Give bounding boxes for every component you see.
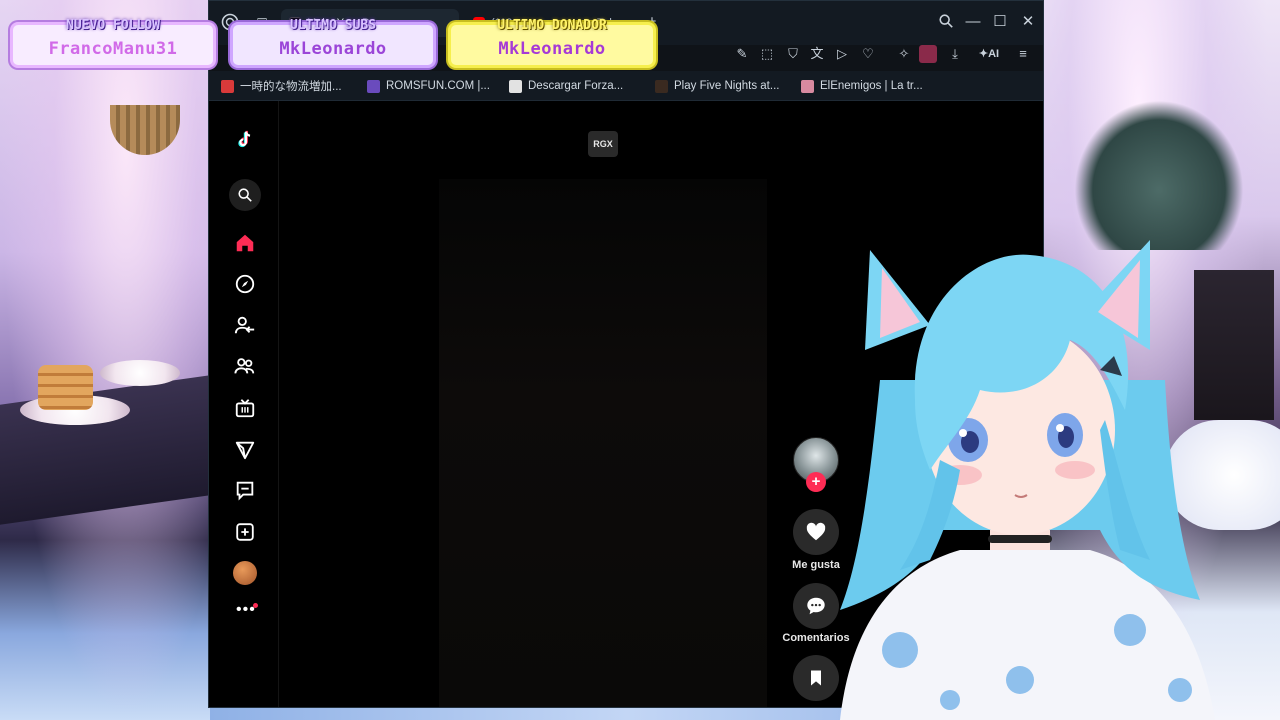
last-sub-alert: ULTIMO SUBS MkLeonardo [230,18,436,68]
shield-icon[interactable]: ⛉ [784,45,802,63]
bookmark-item[interactable]: 一時的な物流増加... [221,78,342,94]
video-player[interactable] [439,179,767,707]
bookmark-favicon [655,79,668,93]
download-icon[interactable]: ⤓ [946,45,964,63]
ai-label: AI [988,48,1000,60]
plant [1074,100,1244,250]
translate-icon[interactable]: 文 [808,45,826,63]
alert-tag: NUEVO FOLLOW [66,18,160,33]
close-button[interactable]: ✕ [1019,13,1037,31]
explore-icon[interactable] [232,271,258,297]
bookmark-label: ElEnemigos | La tr... [820,80,923,92]
tiktok-logo-icon[interactable] [232,127,258,153]
bookmark-favicon [221,79,234,93]
notification-dot [253,603,258,608]
bookmarks-bar: 一時的な物流増加... ROMSFUN.COM |... Descargar F… [209,71,1043,101]
heart-icon[interactable]: ♡ [859,45,877,63]
friends-icon[interactable] [232,353,258,379]
minimize-button[interactable]: — [964,13,982,31]
search-button[interactable] [229,179,261,211]
alert-tag: ULTIMO SUBS [289,18,377,33]
alert-value: MkLeonardo [498,39,606,59]
video-badge: RGX [588,131,618,157]
upload-icon[interactable] [232,519,258,545]
pancake-stack [38,365,93,410]
bookmark-favicon [367,79,380,93]
wand-icon: ✦ [978,48,989,60]
new-follow-alert: NUEVO FOLLOW FrancoManu31 [10,18,216,68]
profile-avatar-icon[interactable] [919,45,937,63]
last-donation-alert: ULTIMO DONADOR MkLeonardo [448,18,656,68]
bookmark-item[interactable]: Descargar Forza... [509,78,623,94]
home-icon[interactable] [232,230,258,256]
live-icon[interactable] [232,395,258,421]
plate [100,360,180,386]
ai-assistant-button[interactable]: ✦AI [975,45,1003,63]
search-icon[interactable] [937,13,955,31]
bookmark-item[interactable]: Play Five Nights at... [655,78,779,94]
screenshot-icon[interactable]: ⬚ [758,45,776,63]
bookmark-label: Play Five Nights at... [674,80,780,92]
bookmark-favicon [509,79,522,93]
extensions-icon[interactable]: ✧ [895,45,913,63]
hanging-basket [110,105,180,155]
bookmark-label: Descargar Forza... [528,80,624,92]
bookmark-item[interactable]: ElEnemigos | La tr... [801,78,923,94]
tiktok-sidebar: ••• [209,101,279,707]
alert-tag: ULTIMO DONADOR [497,18,607,33]
following-icon[interactable] [232,312,258,338]
bookmark-item[interactable]: ROMSFUN.COM |... [367,78,490,94]
maximize-button[interactable]: ☐ [991,13,1009,31]
play-icon[interactable]: ▷ [833,45,851,63]
pin-icon[interactable]: ✎ [733,45,751,63]
search-icon [238,188,252,202]
menu-icon[interactable]: ≡ [1014,45,1032,63]
bookmark-favicon [801,79,814,93]
vtuber-avatar [840,240,1215,720]
background-scene-left [0,0,210,720]
activity-icon[interactable] [232,477,258,503]
alert-value: FrancoManu31 [48,39,178,59]
profile-avatar[interactable] [233,561,257,585]
alert-value: MkLeonardo [279,39,387,59]
bookmark-label: ROMSFUN.COM |... [386,80,490,92]
messages-icon[interactable] [232,437,258,463]
bookmark-label: 一時的な物流増加... [240,81,342,93]
